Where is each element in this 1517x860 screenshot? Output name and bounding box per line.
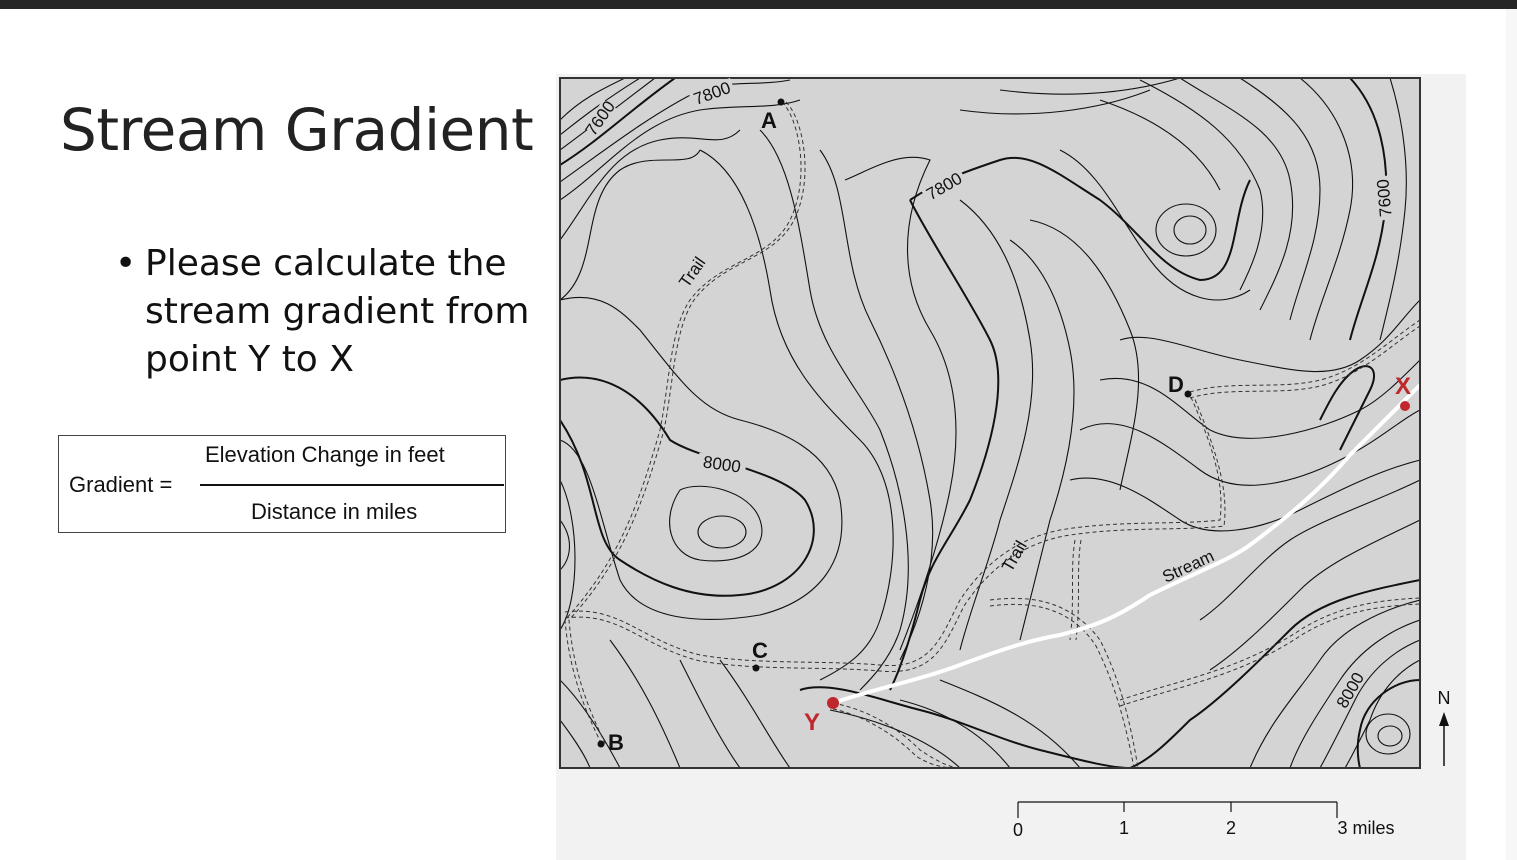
- contour-label-7600-right: 7600: [1373, 178, 1395, 217]
- slide-right-edge: [1506, 9, 1517, 860]
- scale-bar: [1017, 801, 1338, 818]
- point-b-label: B: [608, 730, 624, 755]
- scale-tick-0: 0: [1013, 820, 1023, 840]
- bullet-icon: •: [115, 243, 137, 284]
- north-arrow-icon: N: [1438, 688, 1451, 766]
- point-x-marker: [1400, 401, 1410, 411]
- scale-tick-1: 1: [1119, 818, 1129, 838]
- bullet-item: • Please calculate the stream gradient f…: [115, 240, 535, 384]
- point-a-marker: [777, 98, 785, 106]
- formula-lhs: Gradient =: [69, 472, 173, 497]
- formula-denominator: Distance in miles: [251, 499, 418, 524]
- point-y-label: Y: [804, 709, 820, 736]
- gradient-formula-box: Gradient = Elevation Change in feet Dist…: [58, 435, 506, 533]
- point-c-marker: [752, 664, 760, 672]
- window-top-bar: [0, 0, 1517, 9]
- point-d-label: D: [1168, 372, 1184, 397]
- scale-tick-2: 2: [1226, 818, 1236, 838]
- point-d-marker: [1184, 390, 1192, 398]
- map-area: [560, 78, 1420, 768]
- topographic-map-panel: 7600 7800 7800 8000 7600 8000 Trail Trai…: [556, 74, 1466, 860]
- slide-title: Stream Gradient: [60, 96, 534, 164]
- point-a-label: A: [761, 108, 777, 133]
- bullet-list: • Please calculate the stream gradient f…: [115, 240, 535, 384]
- formula-fraction-bar: [200, 484, 504, 486]
- scale-end-label: 3 miles: [1337, 818, 1394, 838]
- north-label: N: [1438, 688, 1451, 708]
- point-c-label: C: [752, 638, 768, 663]
- point-y-marker: [827, 697, 839, 709]
- topographic-map: 7600 7800 7800 8000 7600 8000 Trail Trai…: [559, 77, 1451, 840]
- point-b-marker: [597, 740, 605, 748]
- formula-numerator: Elevation Change in feet: [205, 442, 445, 467]
- bullet-text: Please calculate the stream gradient fro…: [145, 243, 530, 380]
- point-x-label: X: [1395, 373, 1411, 400]
